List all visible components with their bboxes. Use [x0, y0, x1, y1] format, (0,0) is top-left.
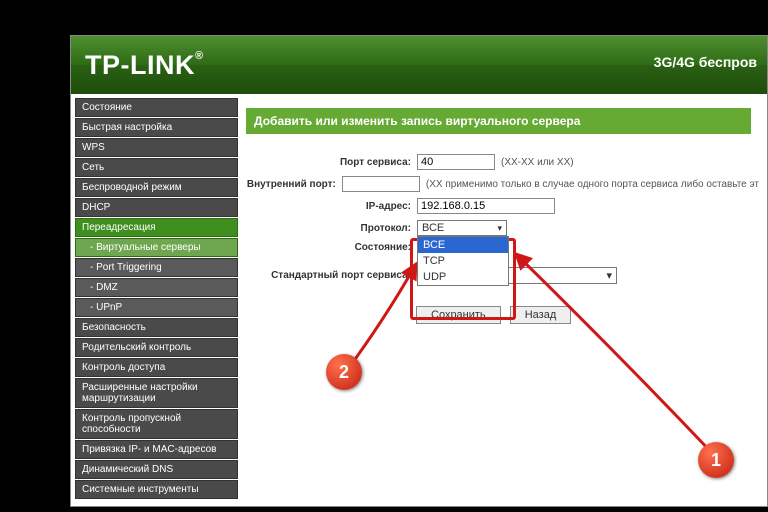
- sidebar-item[interactable]: Расширенные настройки маршрутизации: [75, 378, 238, 408]
- back-button[interactable]: Назад: [510, 306, 572, 324]
- dropdown-option[interactable]: TCP: [418, 253, 508, 269]
- banner-model: 3G/4G беспров: [654, 54, 757, 70]
- sidebar-item[interactable]: DHCP: [75, 198, 238, 217]
- label-ip: IP-адрес:: [246, 201, 417, 212]
- save-button[interactable]: Сохранить: [416, 306, 501, 324]
- hint-internal-port: (XX применимо только в случае одного пор…: [426, 179, 759, 190]
- sidebar-item[interactable]: - Port Triggering: [75, 258, 238, 277]
- sidebar-item[interactable]: - Виртуальные серверы: [75, 238, 238, 257]
- top-banner: TP-LINK® 3G/4G беспров: [71, 36, 767, 94]
- chevron-down-icon: ▾: [606, 269, 612, 282]
- sidebar-item[interactable]: Контроль пропускной способности: [75, 409, 238, 439]
- dropdown-option[interactable]: ВСЕ: [418, 237, 508, 253]
- sidebar-item[interactable]: - UPnP: [75, 298, 238, 317]
- annotation-bubble-1: 1: [698, 442, 734, 478]
- dropdown-option[interactable]: UDP: [418, 269, 508, 285]
- sidebar-item[interactable]: Родительский контроль: [75, 338, 238, 357]
- sidebar-item[interactable]: Переадресация: [75, 218, 238, 237]
- annotation-bubble-2: 2: [326, 354, 362, 390]
- sidebar-item[interactable]: Безопасность: [75, 318, 238, 337]
- sidebar-item[interactable]: Беспроводной режим: [75, 178, 238, 197]
- sidebar-item[interactable]: WPS: [75, 138, 238, 157]
- logo: TP-LINK®: [85, 50, 204, 81]
- label-state: Состояние:: [246, 242, 417, 253]
- label-internal-port: Внутренний порт:: [246, 179, 342, 190]
- dropdown-protocol[interactable]: ВСЕTCPUDP: [417, 236, 509, 286]
- sidebar-item[interactable]: Динамический DNS: [75, 460, 238, 479]
- label-std-port: Стандартный порт сервиса:: [246, 270, 417, 281]
- input-internal-port[interactable]: [342, 176, 420, 192]
- label-service-port: Порт сервиса:: [246, 157, 417, 168]
- hint-service-port: (XX-XX или XX): [501, 157, 574, 168]
- sidebar-item[interactable]: Состояние: [75, 98, 238, 117]
- sidebar-item[interactable]: Привязка IP- и MAC-адресов: [75, 440, 238, 459]
- sidebar-item[interactable]: Сеть: [75, 158, 238, 177]
- sidebar-item[interactable]: Системные инструменты: [75, 480, 238, 499]
- input-ip[interactable]: [417, 198, 555, 214]
- chevron-down-icon: ▾: [497, 223, 502, 234]
- content-area: Добавить или изменить запись виртуальног…: [238, 94, 767, 506]
- page-title: Добавить или изменить запись виртуальног…: [246, 108, 751, 134]
- sidebar-item[interactable]: - DMZ: [75, 278, 238, 297]
- sidebar-item[interactable]: Быстрая настройка: [75, 118, 238, 137]
- input-service-port[interactable]: [417, 154, 495, 170]
- sidebar-item[interactable]: Контроль доступа: [75, 358, 238, 377]
- label-protocol: Протокол:: [246, 223, 417, 234]
- sidebar: СостояниеБыстрая настройкаWPSСетьБеспров…: [71, 94, 238, 506]
- select-protocol[interactable]: ВСЕ▾ ВСЕTCPUDP: [417, 220, 507, 236]
